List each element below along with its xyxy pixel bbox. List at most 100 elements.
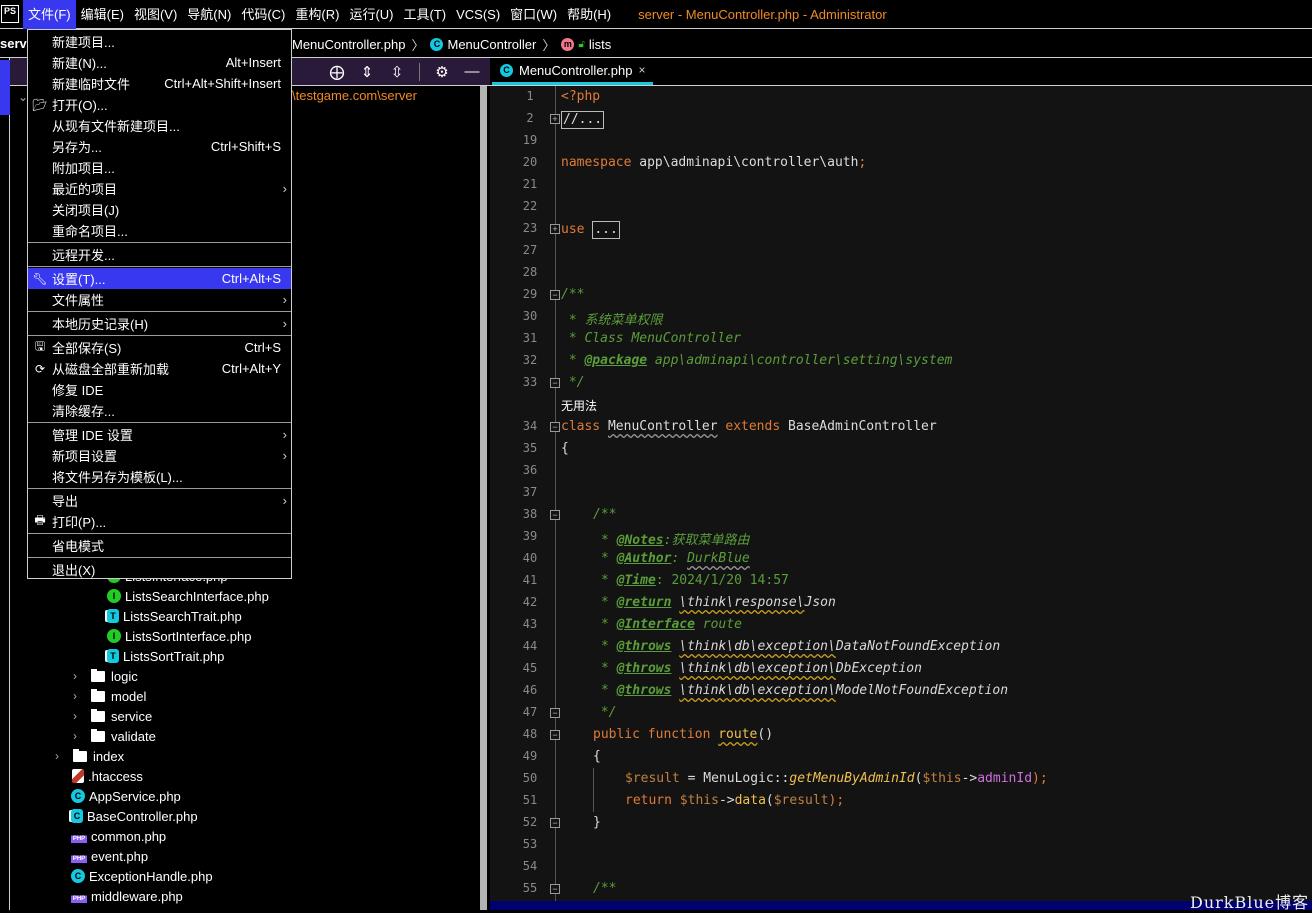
tree-item[interactable]: I ListsSortInterface.php — [107, 626, 251, 646]
code-editor[interactable] — [490, 86, 1312, 910]
breadcrumb-method[interactable]: lists — [589, 37, 611, 52]
tree-item[interactable]: I ListsSearchInterface.php — [107, 586, 269, 606]
folded-region[interactable]: ... — [592, 221, 620, 239]
menu-item-open[interactable]: 📂︎ 打开(O)... — [28, 94, 291, 115]
menu-item-attach-project[interactable]: 附加项目... — [28, 157, 291, 178]
chevron-right-icon[interactable]: › — [69, 689, 81, 703]
htaccess-file-icon — [72, 769, 84, 783]
menu-item-print[interactable]: 🖶︎ 打印(P)... — [28, 511, 291, 532]
line-number: 28 — [522, 265, 538, 279]
line-number: 23 — [522, 221, 538, 235]
menu-item-repair-ide[interactable]: 修复 IDE — [28, 379, 291, 400]
chevron-right-icon[interactable]: › — [69, 709, 81, 723]
tree-item[interactable]: C AppService.php — [71, 786, 181, 806]
menu-item-power-save[interactable]: 省电模式 — [28, 535, 291, 556]
menu-item-settings[interactable]: 🔧︎ 设置(T)... Ctrl+Alt+S — [28, 268, 291, 289]
project-tool-window-tab[interactable] — [0, 60, 10, 115]
file-menu-dropdown: 新建项目... 新建(N)... Alt+Insert 新建临时文件 Ctrl+Al… — [27, 29, 292, 579]
chevron-right-icon[interactable]: › — [69, 729, 81, 743]
fold-collapse-icon[interactable]: − — [550, 884, 560, 894]
menu-file[interactable]: 文件(F) — [23, 0, 76, 29]
breadcrumb-file[interactable]: MenuController.php — [292, 37, 405, 52]
tree-item[interactable]: .htaccess — [72, 766, 143, 786]
close-icon[interactable]: × — [638, 63, 645, 77]
fold-end-icon[interactable]: − — [550, 708, 560, 718]
chevron-right-icon[interactable]: › — [51, 749, 63, 763]
menu-item-local-history[interactable]: 本地历史记录(H) › — [28, 313, 291, 334]
menu-item-new-project[interactable]: 新建项目... — [28, 31, 291, 52]
line-number: 42 — [522, 595, 538, 609]
line-number: 36 — [522, 463, 538, 477]
menu-item-new-from-existing[interactable]: 从现有文件新建项目... — [28, 115, 291, 136]
fold-collapse-icon[interactable]: − — [550, 422, 560, 432]
menu-item-recent-projects[interactable]: 最近的项目 › — [28, 178, 291, 199]
tree-item[interactable]: T ListsSearchTrait.php — [107, 606, 242, 626]
tree-folder[interactable]: › logic — [69, 666, 138, 686]
tree-item[interactable]: C BaseController.php — [71, 806, 198, 826]
menu-window[interactable]: 窗口(W) — [505, 0, 562, 29]
collapse-all-icon[interactable]: ⇳ — [389, 63, 405, 81]
fold-expand-icon[interactable]: + — [550, 114, 560, 124]
chevron-right-icon: › — [282, 181, 287, 196]
tree-folder[interactable]: › validate — [69, 726, 156, 746]
menu-code[interactable]: 代码(C) — [236, 0, 290, 29]
class-icon: C — [430, 37, 444, 51]
menu-item-reload-all[interactable]: ⟳ 从磁盘全部重新加载 Ctrl+Alt+Y — [28, 358, 291, 379]
expand-all-icon[interactable]: ⇕ — [359, 63, 375, 81]
menu-item-save-as[interactable]: 另存为... Ctrl+Shift+S — [28, 136, 291, 157]
tree-folder[interactable]: › index — [51, 746, 124, 766]
tree-item[interactable]: T ListsSortTrait.php — [107, 646, 224, 666]
tree-item[interactable]: C ExceptionHandle.php — [71, 866, 213, 886]
menu-help[interactable]: 帮助(H) — [562, 0, 616, 29]
chevron-right-icon[interactable]: › — [69, 669, 81, 683]
fold-end-icon[interactable]: − — [550, 818, 560, 828]
tree-folder[interactable]: › model — [69, 686, 146, 706]
folded-region[interactable]: //... — [561, 111, 605, 129]
menu-item-new-project-settings[interactable]: 新项目设置 › — [28, 445, 291, 466]
line-number: 2 — [526, 111, 534, 125]
tree-item[interactable]: PHP common.php — [71, 826, 166, 846]
menu-item-save-all[interactable]: 🖫︎ 全部保存(S) Ctrl+S — [28, 337, 291, 358]
fold-end-icon[interactable]: − — [550, 378, 560, 388]
breadcrumb-class[interactable]: MenuController — [447, 37, 536, 52]
chevron-right-icon: › — [282, 448, 287, 463]
menu-item-manage-ide-settings[interactable]: 管理 IDE 设置 › — [28, 424, 291, 445]
menu-item-new-scratch[interactable]: 新建临时文件 Ctrl+Alt+Shift+Insert — [28, 73, 291, 94]
menu-item-save-as-template[interactable]: 将文件另存为模板(L)... — [28, 466, 291, 487]
tree-folder[interactable]: › service — [69, 706, 152, 726]
menu-navigate[interactable]: 导航(N) — [182, 0, 236, 29]
menu-view[interactable]: 视图(V) — [129, 0, 182, 29]
fold-collapse-icon[interactable]: − — [550, 510, 560, 520]
menu-item-export[interactable]: 导出 › — [28, 490, 291, 511]
minimize-icon[interactable]: — — [464, 63, 480, 80]
menu-item-new[interactable]: 新建(N)... Alt+Insert — [28, 52, 291, 73]
tab-menucontroller[interactable]: C MenuController.php × — [492, 58, 654, 85]
menu-edit[interactable]: 编辑(E) — [76, 0, 129, 29]
menu-vcs[interactable]: VCS(S) — [451, 0, 505, 29]
project-panel-scrollbar[interactable] — [480, 86, 489, 910]
menu-item-rename-project[interactable]: 重命名项目... — [28, 220, 291, 241]
line-number: 21 — [522, 177, 538, 191]
menu-tools[interactable]: 工具(T) — [398, 0, 451, 29]
abstract-class-icon: C — [71, 809, 83, 823]
menu-refactor[interactable]: 重构(R) — [290, 0, 344, 29]
menu-item-file-properties[interactable]: 文件属性 › — [28, 289, 291, 310]
fold-collapse-icon[interactable]: − — [550, 730, 560, 740]
breadcrumb-separator-icon: 〉 — [542, 37, 556, 53]
menu-item-exit[interactable]: 退出(X) — [28, 559, 291, 580]
menu-item-invalidate-caches[interactable]: 清除缓存... — [28, 400, 291, 421]
tree-item[interactable]: PHP middleware.php — [71, 886, 183, 906]
gear-icon[interactable]: ⚙ — [434, 63, 450, 81]
code-line: * @Interface route — [601, 617, 742, 632]
usage-inlay-hint[interactable]: 无用法 — [561, 397, 597, 414]
menu-item-remote-dev[interactable]: 远程开发... — [28, 244, 291, 265]
tree-item[interactable]: PHP event.php — [71, 846, 148, 866]
fold-collapse-icon[interactable]: − — [550, 290, 560, 300]
code-line: * @throws \think\db\exception\DbExceptio… — [601, 661, 922, 676]
line-number: 20 — [522, 155, 538, 169]
fold-expand-icon[interactable]: + — [550, 224, 560, 234]
menu-run[interactable]: 运行(U) — [344, 0, 398, 29]
code-line: * @Author: DurkBlue — [601, 551, 750, 566]
locate-icon[interactable]: ⨁ — [329, 63, 345, 81]
menu-item-close-project[interactable]: 关闭项目(J) — [28, 199, 291, 220]
